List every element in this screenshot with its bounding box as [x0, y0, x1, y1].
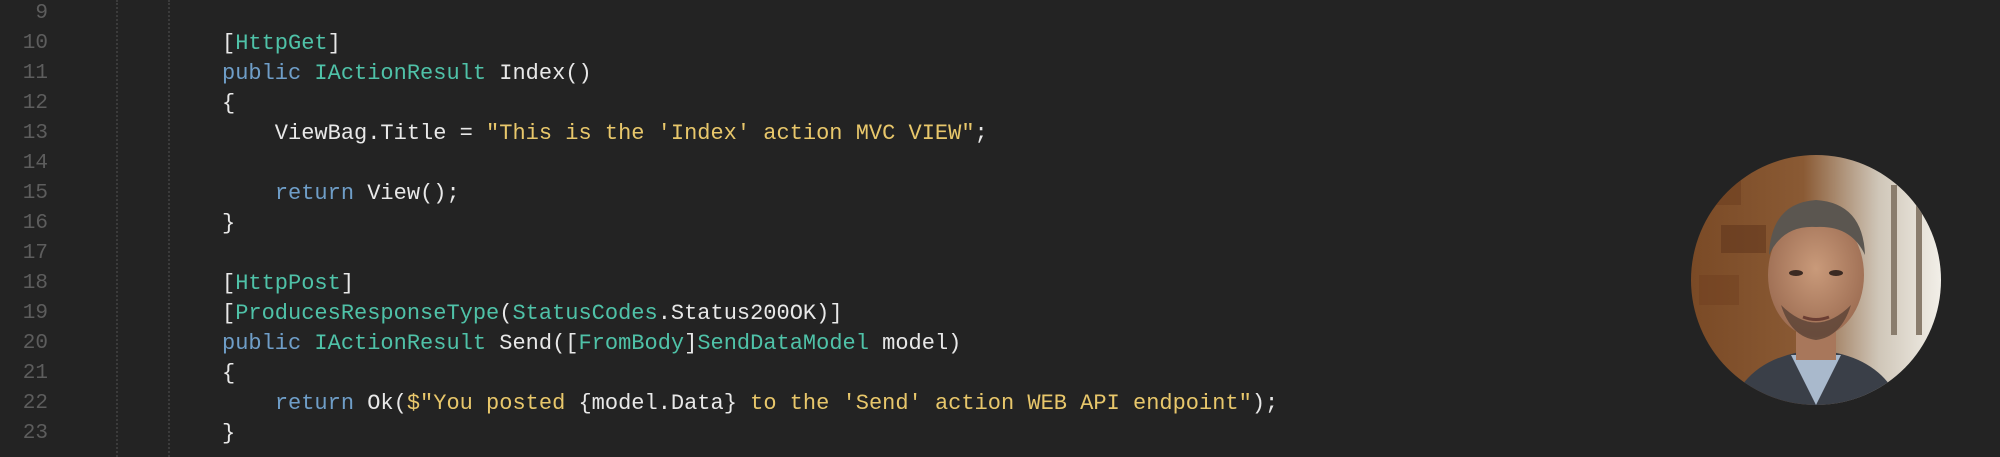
code-token: ]: [684, 331, 698, 356]
code-line[interactable]: 13 ViewBag.Title = "This is the 'Index' …: [0, 119, 1680, 149]
code-token: {: [222, 91, 236, 116]
code-line[interactable]: 11 public IActionResult Index(): [0, 59, 1680, 89]
code-text: {: [222, 359, 235, 389]
code-text: ViewBag.Title = "This is the 'Index' act…: [222, 119, 988, 149]
code-line[interactable]: 9: [0, 0, 1680, 29]
code-token: return: [274, 391, 355, 416]
line-number: 16: [22, 212, 48, 235]
code-line[interactable]: 16}: [0, 209, 1680, 239]
line-number: 19: [22, 302, 48, 325]
code-editor[interactable]: 9 10 [HttpGet] 11 public IActionResult Index…: [0, 0, 2000, 457]
code-token: ViewBag.Title =: [222, 121, 487, 146]
line-number: 17: [22, 242, 48, 265]
code-text: {: [222, 89, 235, 119]
code-text: [HttpPost]: [222, 269, 354, 299]
code-line[interactable]: 18 [HttpPost]: [0, 269, 1680, 299]
code-token: IActionResult: [314, 61, 487, 86]
code-token: ]: [340, 271, 355, 296]
code-token: View();: [354, 181, 460, 206]
code-text: public IActionResult Index(): [222, 59, 592, 89]
code-token: IActionResult: [314, 331, 487, 356]
code-token: Ok(: [354, 391, 407, 416]
code-line[interactable]: 19 [ProducesResponseType(StatusCodes.Stat…: [0, 299, 1680, 329]
code-token: .Status200OK)]: [657, 301, 843, 326]
code-token: SendDataModel: [697, 331, 869, 356]
code-text: [HttpGet]: [222, 29, 341, 59]
line-number: 22: [22, 392, 48, 415]
code-token: StatusCodes: [512, 301, 658, 326]
code-token: }: [222, 211, 236, 236]
code-line[interactable]: 20 public IActionResult Send([FromBody]Se…: [0, 329, 1680, 359]
code-token: public: [222, 331, 315, 356]
code-line[interactable]: 22 return Ok($"You posted {model.Data} t…: [0, 389, 1680, 419]
code-token: {model.Data}: [578, 391, 737, 416]
code-text: return Ok($"You posted {model.Data} to t…: [222, 389, 1278, 419]
line-number: 23: [22, 422, 48, 445]
code-line[interactable]: 17: [0, 239, 1680, 269]
code-token: ProducesResponseType: [235, 301, 500, 326]
code-token: Send([: [486, 331, 579, 356]
code-token: Index(): [486, 61, 592, 86]
code-token: (: [499, 301, 513, 326]
code-line[interactable]: 23}: [0, 419, 1680, 449]
code-text: }: [222, 209, 235, 239]
code-token: ;: [974, 121, 988, 146]
code-text: [ProducesResponseType(StatusCodes.Status…: [222, 299, 843, 329]
code-token: return: [274, 181, 355, 206]
code-line[interactable]: 12 {: [0, 89, 1680, 119]
presenter-avatar: [1691, 155, 1941, 405]
code-token: );: [1251, 391, 1279, 416]
presenter-photo-icon: [1691, 155, 1941, 405]
code-token: FromBody: [578, 331, 685, 356]
code-token: model): [868, 331, 962, 356]
code-token: HttpPost: [235, 271, 341, 296]
code-line[interactable]: 21 {: [0, 359, 1680, 389]
line-number: 13: [22, 122, 48, 145]
line-number: 10: [22, 32, 48, 55]
code-token: [: [222, 301, 236, 326]
code-line[interactable]: 14: [0, 149, 1680, 179]
code-token: $"You posted: [406, 391, 579, 416]
code-token: ]: [327, 31, 341, 56]
code-token: to the 'Send' action WEB API endpoint": [736, 391, 1252, 416]
line-number: 18: [22, 272, 48, 295]
line-number: 12: [22, 92, 48, 115]
code-token: "This is the 'Index' action MVC VIEW": [486, 121, 975, 146]
line-number: 20: [22, 332, 48, 355]
code-token: [: [222, 271, 236, 296]
code-text: return View();: [222, 179, 460, 209]
code-text: public IActionResult Send([FromBody]Send…: [222, 329, 961, 359]
line-number: 14: [22, 152, 48, 175]
code-token: }: [222, 421, 236, 446]
code-line[interactable]: 15 return View();: [0, 179, 1680, 209]
code-line[interactable]: 10 [HttpGet]: [0, 29, 1680, 59]
code-token: HttpGet: [235, 31, 328, 56]
line-number: 9: [35, 2, 48, 25]
code-token: public: [222, 61, 315, 86]
code-token: {: [222, 361, 236, 386]
line-number: 21: [22, 362, 48, 385]
line-number: 15: [22, 182, 48, 205]
code-text: }: [222, 419, 235, 449]
line-number: 11: [22, 62, 48, 85]
code-token: [: [222, 31, 236, 56]
